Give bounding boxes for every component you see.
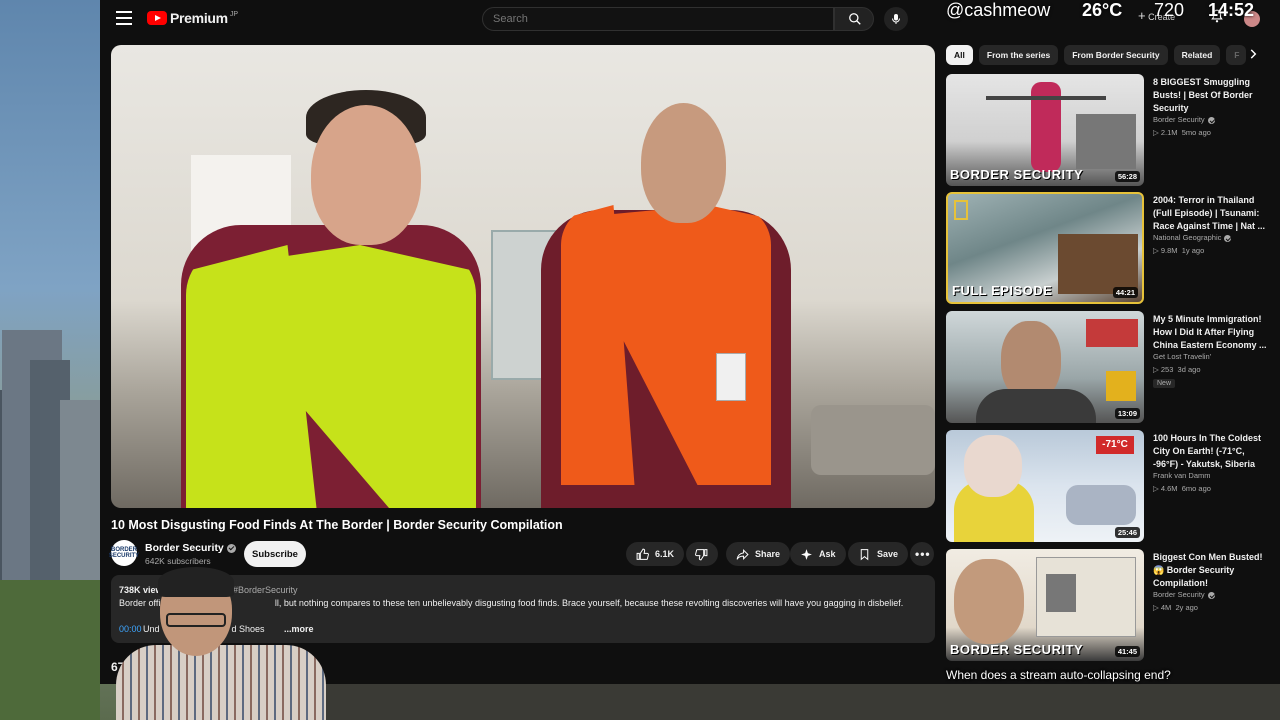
- seized-goods: [811, 405, 935, 475]
- thumbnail-banner: BORDER SECURITY: [950, 642, 1084, 657]
- more-horizontal-icon: •••: [915, 547, 931, 561]
- recommendation-stats: ▷ 4.6M 6mo ago: [1153, 484, 1211, 493]
- share-label: Share: [755, 549, 781, 559]
- voice-search-button[interactable]: [884, 7, 908, 31]
- recommendation-channel-name: Border Security: [1153, 590, 1205, 599]
- recommendation-card[interactable]: 13:09 My 5 Minute Immigration! How I Did…: [946, 311, 1267, 423]
- streamer-username: @cashmeow: [946, 0, 1051, 20]
- recommendation-card[interactable]: BORDER SECURITY 41:45 Biggest Con Men Bu…: [946, 549, 1266, 661]
- share-button[interactable]: Share: [726, 542, 791, 566]
- ask-button[interactable]: Ask: [790, 542, 846, 566]
- bookmark-icon: [860, 548, 869, 560]
- like-count: 6.1K: [655, 549, 675, 559]
- save-button[interactable]: Save: [848, 542, 909, 566]
- duration-badge: 25:46: [1114, 527, 1140, 538]
- channel-avatar[interactable]: BORDER SECURITY: [109, 540, 139, 566]
- verified-icon: [226, 543, 236, 553]
- officer-left-head: [311, 105, 421, 245]
- dislike-button[interactable]: [686, 542, 718, 566]
- verified-icon: [1207, 116, 1215, 124]
- recommendation-card[interactable]: -71°C 25:46 100 Hours In The Coldest Cit…: [946, 430, 1266, 542]
- recommendation-channel[interactable]: Border Security: [1153, 590, 1215, 599]
- chip-more[interactable]: F: [1226, 45, 1247, 65]
- recommendation-stats: ▷ 253 3d ago: [1153, 365, 1201, 374]
- logo-text: Premium: [170, 10, 228, 26]
- chip-all[interactable]: All: [946, 45, 973, 65]
- recommendation-channel[interactable]: Get Lost Travelin': [1153, 352, 1211, 361]
- recommendation-card[interactable]: BORDER SECURITY 56:28 8 BIGGEST Smugglin…: [946, 74, 1266, 186]
- webcam-overlay: [116, 565, 326, 720]
- channel-name-text: Border Security: [145, 542, 224, 554]
- verified-icon: [1207, 591, 1215, 599]
- verified-icon: [1224, 234, 1232, 242]
- channel-name[interactable]: Border Security: [145, 542, 236, 554]
- plus-icon: +: [1138, 8, 1146, 23]
- sparkle-icon: [801, 548, 812, 560]
- video-title: 10 Most Disgusting Food Finds At The Bor…: [111, 518, 563, 532]
- chat-message: When does a stream auto-collapsing end?: [946, 668, 1171, 682]
- recommendation-channel[interactable]: National Geographic: [1153, 233, 1232, 242]
- more-actions-button[interactable]: •••: [910, 542, 934, 566]
- webcam-shirt: [116, 645, 326, 720]
- recommendation-card[interactable]: FULL EPISODE 44:21 2004: Terror in Thail…: [946, 192, 1266, 304]
- description-rest: ll, but nothing compares to these ten un…: [274, 598, 904, 608]
- duration-badge: 44:21: [1112, 287, 1138, 298]
- new-badge: New: [1153, 379, 1176, 388]
- search-button[interactable]: [834, 7, 874, 31]
- subscribe-button[interactable]: Subscribe: [244, 541, 306, 567]
- webcam-glasses: [166, 613, 226, 627]
- hamburger-menu-icon[interactable]: [116, 11, 132, 25]
- recommendation-channel-name: National Geographic: [1153, 233, 1222, 242]
- recommendation-title[interactable]: My 5 Minute Immigration! How I Did It Af…: [1153, 313, 1271, 352]
- recommendation-thumbnail[interactable]: FULL EPISODE 44:21: [946, 192, 1144, 304]
- recommendation-channel[interactable]: Border Security: [1153, 115, 1215, 124]
- duration-badge: 13:09: [1114, 408, 1140, 419]
- id-badge: [716, 353, 746, 401]
- recommendation-stats: ▷ 2.1M 5mo ago: [1153, 128, 1211, 137]
- chip-from-series[interactable]: From the series: [978, 45, 1059, 65]
- ask-label: Ask: [819, 549, 836, 559]
- youtube-play-icon: [147, 11, 167, 25]
- recommendation-thumbnail[interactable]: 13:09: [946, 311, 1144, 423]
- recommendation-title[interactable]: 8 BIGGEST Smuggling Busts! | Best Of Bor…: [1153, 76, 1271, 115]
- temperature-readout: 26°C: [1082, 0, 1123, 20]
- video-player[interactable]: [111, 45, 935, 508]
- webcam-hair: [158, 567, 234, 597]
- related-filter-chips: All From the series From Border Security…: [946, 45, 1247, 65]
- chip-related[interactable]: Related: [1173, 45, 1221, 65]
- save-label: Save: [877, 549, 899, 559]
- recommendation-stats: ▷ 9.8M 1y ago: [1153, 246, 1205, 255]
- logo-region: JP: [229, 10, 238, 18]
- microphone-icon: [892, 14, 900, 24]
- resolution-readout: 720: [1154, 0, 1185, 20]
- thumbnail-banner: BORDER SECURITY: [950, 167, 1084, 182]
- recommendation-stats: ▷ 4M 2y ago: [1153, 603, 1198, 612]
- recommendation-thumbnail[interactable]: -71°C 25:46: [946, 430, 1144, 542]
- like-button[interactable]: 6.1K: [626, 542, 685, 566]
- duration-badge: 41:45: [1114, 646, 1140, 657]
- recommendation-channel-name: Border Security: [1153, 115, 1205, 124]
- recommendation-thumbnail[interactable]: BORDER SECURITY 56:28: [946, 74, 1144, 186]
- share-icon: [736, 548, 749, 560]
- recommendation-title[interactable]: Biggest Con Men Busted! 😱 Border Securit…: [1153, 551, 1271, 590]
- chevron-right-icon[interactable]: [1246, 47, 1262, 63]
- search-input[interactable]: [482, 7, 834, 31]
- officer-right-head: [641, 103, 726, 223]
- clock-readout: 14:52: [1208, 0, 1255, 20]
- thumbs-down-icon: [695, 548, 708, 560]
- recommendation-channel[interactable]: Frank van Damm: [1153, 471, 1211, 480]
- recommendation-thumbnail[interactable]: BORDER SECURITY 41:45: [946, 549, 1144, 661]
- duration-badge: 56:28: [1114, 171, 1140, 182]
- thumbnail-banner: FULL EPISODE: [952, 283, 1053, 298]
- search-icon: [849, 13, 861, 25]
- thumbs-up-icon: [636, 548, 649, 560]
- chip-from-channel[interactable]: From Border Security: [1064, 45, 1168, 65]
- recommendation-title[interactable]: 2004: Terror in Thailand (Full Episode) …: [1153, 194, 1271, 233]
- recommendation-title[interactable]: 100 Hours In The Coldest City On Earth! …: [1153, 432, 1271, 471]
- youtube-logo[interactable]: Premium JP: [147, 10, 238, 26]
